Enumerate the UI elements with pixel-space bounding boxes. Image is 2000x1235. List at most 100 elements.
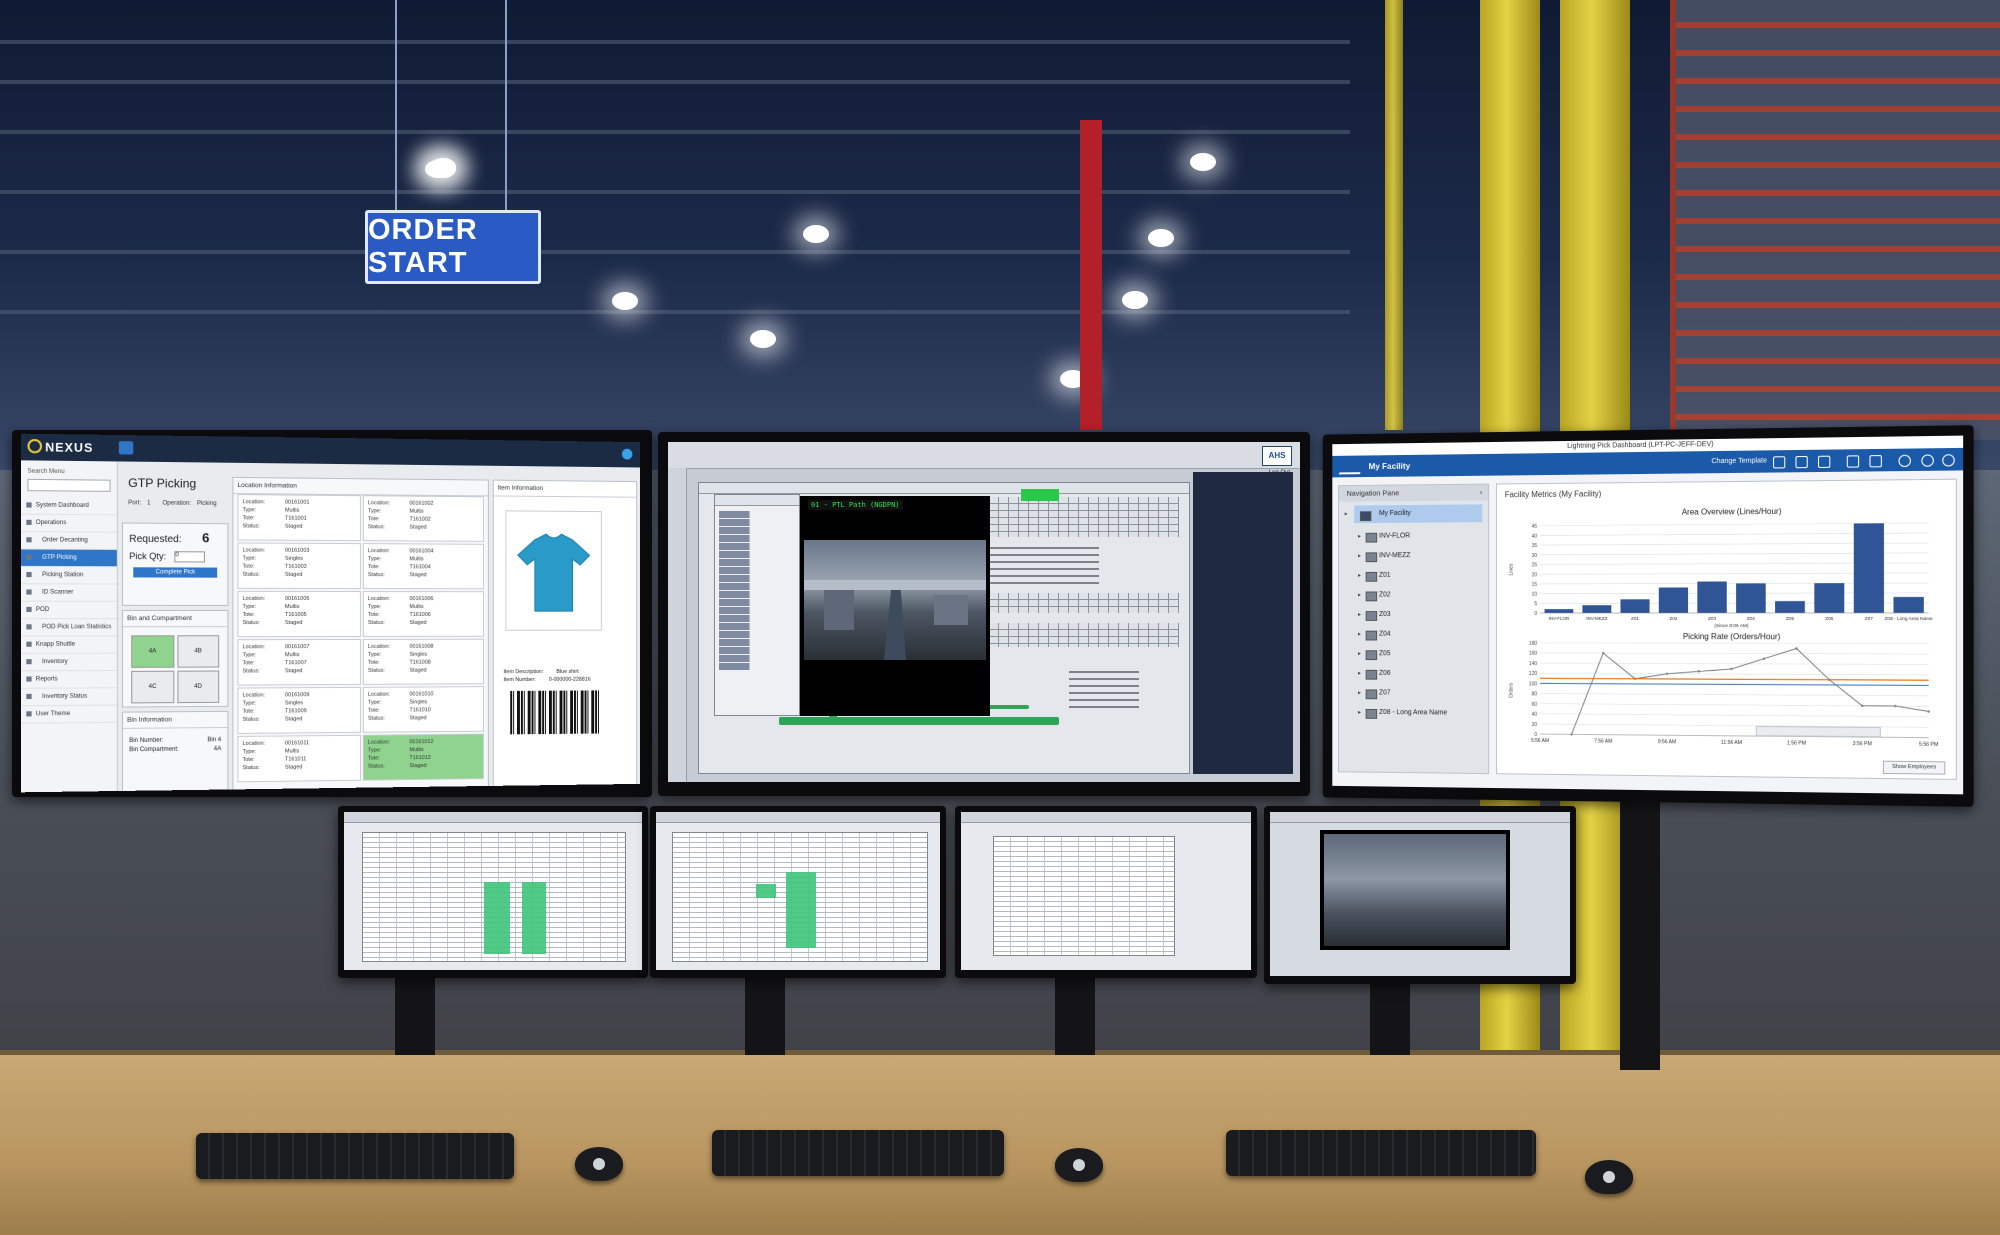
location-card[interactable]: Location: 00161010 Type: Singles Tote: T16101… <box>363 686 484 733</box>
sidebar-item-1[interactable]: Operations <box>21 515 117 533</box>
line-ytick-label: 180 <box>1529 641 1537 647</box>
nav-item-icon <box>26 555 31 560</box>
expand-caret-icon[interactable]: ▸ <box>1358 644 1361 664</box>
sidebar-item-0[interactable]: System Dashboard <box>21 497 117 515</box>
sidebar-item-label: POD Pick Loan Statistics <box>42 624 111 630</box>
nav-area-4[interactable]: ▸ Z02 <box>1339 585 1488 605</box>
keyboard-center[interactable] <box>712 1130 1004 1176</box>
process-window-title <box>699 483 1189 494</box>
mouse-left[interactable] <box>575 1147 623 1181</box>
location-card[interactable]: Location: 00161006 Type: Multis Tote: T161006… <box>363 591 484 637</box>
requested-row: Requested: 6 <box>123 524 227 546</box>
expand-caret-icon[interactable]: ▸ <box>1358 547 1361 567</box>
location-value: 00161010 <box>409 691 433 697</box>
type-label: Type: <box>243 555 285 563</box>
nav-item-icon <box>26 659 31 664</box>
gear-icon[interactable] <box>1818 456 1830 468</box>
location-label: Location: <box>368 547 410 555</box>
nav-area-8[interactable]: ▸ Z06 <box>1339 664 1488 684</box>
expand-caret-icon[interactable]: ▸ <box>1358 625 1361 645</box>
nav-area-5[interactable]: ▸ Z03 <box>1339 605 1488 625</box>
sidebar-item-5[interactable]: ID Scanner <box>21 584 117 602</box>
expand-caret-icon[interactable]: ▸ <box>1358 703 1361 723</box>
nav-area-7[interactable]: ▸ Z05 <box>1339 644 1488 664</box>
tote-value: T161002 <box>409 517 430 523</box>
location-card[interactable]: Location: 00161001 Type: Multis Tote: T161001… <box>237 494 360 541</box>
sidebar-item-4[interactable]: Picking Station <box>21 567 117 585</box>
pick-qty-input[interactable]: 0 <box>174 551 205 562</box>
camera-tree[interactable] <box>715 506 799 670</box>
tote-value: T161006 <box>409 612 430 618</box>
mouse-center[interactable] <box>1055 1148 1103 1182</box>
bin-compartment[interactable]: 4C <box>131 671 174 704</box>
bar-xtick-label: Z01 <box>1631 616 1639 621</box>
search-icon[interactable] <box>1942 454 1955 466</box>
location-card[interactable]: Location: 00161007 Type: Multis Tote: T161007… <box>237 639 360 686</box>
nav-area-3[interactable]: ▸ Z01 <box>1339 566 1488 586</box>
location-card[interactable]: Location: 00161002 Type: Multis Tote: T161002… <box>363 495 484 542</box>
help-icon[interactable] <box>1898 455 1910 467</box>
nav-area-10[interactable]: ▸ Z08 - Long Area Name <box>1339 703 1488 724</box>
location-card[interactable]: Location: 00161003 Type: Singles Tote: T16100… <box>237 542 360 589</box>
location-grid: Location: 00161001 Type: Multis Tote: T161001… <box>237 494 484 792</box>
nav-item-icon <box>26 607 31 612</box>
hamburger-menu-icon[interactable] <box>119 441 133 454</box>
location-card[interactable]: Location: 00161012 Type: Multis Tote: T161012… <box>363 734 484 781</box>
expand-caret-icon[interactable]: ▸ <box>1358 586 1361 606</box>
bin-compartment[interactable]: 4B <box>177 635 219 667</box>
user-icon[interactable] <box>622 449 632 460</box>
expand-caret-icon[interactable]: ▸ <box>1358 566 1361 586</box>
time-scrollbar[interactable] <box>1756 726 1881 737</box>
keyboard-left[interactable] <box>196 1133 514 1179</box>
expand-caret-icon[interactable]: ▸ <box>1358 605 1361 625</box>
location-value: 00161009 <box>285 692 310 698</box>
bin-compartment[interactable]: 4D <box>177 671 219 704</box>
data-table-3[interactable] <box>993 836 1175 956</box>
nav-area-2[interactable]: ▸ INV-MEZZ <box>1339 546 1488 566</box>
location-card[interactable]: Location: 00161004 Type: Multis Tote: T161004… <box>363 543 484 589</box>
print-icon[interactable] <box>1795 456 1807 468</box>
sidebar-item-12[interactable]: User Theme <box>21 706 117 724</box>
location-card[interactable]: Location: 00161008 Type: Singles Tote: T16100… <box>363 639 484 685</box>
camera-window-2[interactable] <box>1320 830 1510 950</box>
expand-caret-icon[interactable]: ▸ <box>1358 683 1361 703</box>
location-card[interactable]: Location: 00161011 Type: Multis Tote: T161011… <box>237 735 360 783</box>
sidebar-item-7[interactable]: POD Pick Loan Statistics <box>21 619 117 636</box>
nav-area-9[interactable]: ▸ Z07 <box>1339 683 1488 704</box>
sidebar-item-10[interactable]: Reports <box>21 671 117 689</box>
expand-caret-icon[interactable]: ▸ <box>1358 664 1361 684</box>
status-value: Staged <box>409 620 426 626</box>
collapse-icon[interactable]: ‹ <box>1480 485 1482 501</box>
line-xtick-label: 1:56 PM <box>1787 740 1806 746</box>
camera-window[interactable]: 01 - PTL Path (NGDPN) <box>800 496 990 716</box>
status-value: Staged <box>285 620 303 626</box>
sidebar-item-3[interactable]: GTP Picking <box>21 549 117 567</box>
info-icon[interactable] <box>1921 454 1934 466</box>
bin-compartment[interactable]: 4A <box>131 635 174 668</box>
bar-ytick-label: 40 <box>1532 533 1538 539</box>
expand-caret-icon[interactable]: ▸ <box>1358 527 1361 547</box>
sidebar-item-9[interactable]: Inventory <box>21 654 117 672</box>
mouse-right[interactable] <box>1585 1160 1633 1194</box>
refresh-icon[interactable] <box>1773 456 1785 468</box>
export-icon[interactable] <box>1847 455 1859 467</box>
status-value: Staged <box>285 764 303 770</box>
sidebar-item-2[interactable]: Order Decanting <box>21 532 117 550</box>
nav-area-0[interactable]: ▸ My Facility <box>1354 504 1482 523</box>
expand-caret-icon[interactable]: ▸ <box>1345 506 1348 524</box>
storage-rack <box>1670 0 2000 440</box>
location-card[interactable]: Location: 00161005 Type: Multis Tote: T161005… <box>237 591 360 637</box>
sidebar-item-8[interactable]: Knapp Shuttle <box>21 636 117 654</box>
item-header: Item Information <box>494 481 636 498</box>
search-menu-input[interactable] <box>27 479 110 492</box>
location-card[interactable]: Location: 00161009 Type: Singles Tote: T16100… <box>237 687 360 734</box>
sidebar-item-11[interactable]: Inventory Status <box>21 688 117 706</box>
settings-icon[interactable] <box>1869 455 1881 467</box>
change-template-link[interactable]: Change Template <box>1711 457 1766 465</box>
sidebar-item-6[interactable]: POD <box>21 602 117 619</box>
complete-pick-button[interactable]: Complete Pick <box>133 567 217 577</box>
keyboard-right[interactable] <box>1226 1130 1536 1176</box>
nav-area-6[interactable]: ▸ Z04 <box>1339 625 1488 645</box>
show-employees-button[interactable]: Show Employees <box>1883 761 1945 775</box>
nav-area-1[interactable]: ▸ INV-FLOR <box>1339 526 1488 547</box>
